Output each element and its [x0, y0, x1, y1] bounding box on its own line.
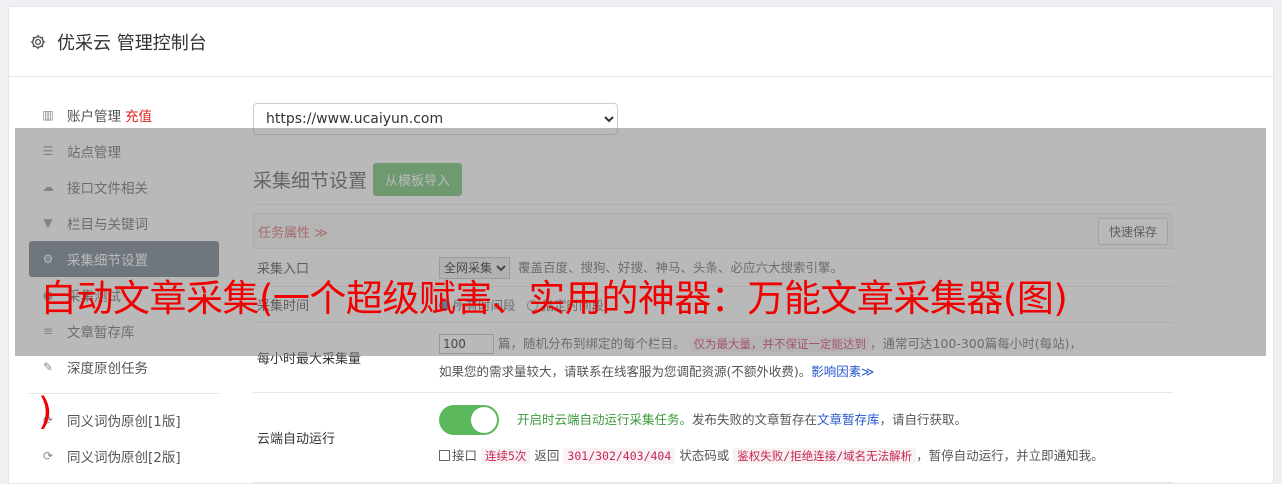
server-icon: ☰ — [42, 144, 54, 158]
max-desc-a: 篇，随机分布到绑定的每个栏目。 — [497, 335, 686, 351]
bar-chart-icon: ▥ — [42, 108, 54, 122]
sidebar-item-sites[interactable]: ☰ 站点管理 — [29, 133, 219, 169]
sidebar-item-columns-keywords[interactable]: ▼ 栏目与关键词 — [29, 205, 219, 241]
chk-code-3: 鉴权失败/拒绝连接/域名无法解析 — [733, 447, 917, 464]
sidebar-item-synonym-v2[interactable]: ⟳ 同义词伪原创[2版] — [29, 438, 219, 474]
site-select[interactable]: https://www.ucaiyun.com — [253, 103, 618, 135]
max-desc-b: ，通常可达100-300篇每小时(每站)， — [869, 335, 1082, 351]
sidebar-item-label: 站点管理 — [67, 145, 121, 161]
refresh-icon: ⟳ — [42, 449, 54, 463]
gear-icon — [30, 34, 46, 49]
page-header: 优采云 管理控制台 — [9, 7, 1273, 77]
chk-a: 接口 — [452, 447, 478, 463]
overlay-headline-tail: ) — [38, 390, 53, 433]
sidebar-item-synonym-v1[interactable]: ⟳ 同义词伪原创[1版] — [29, 402, 219, 438]
page-title: 优采云 管理控制台 — [57, 32, 207, 54]
task-properties-toggle[interactable]: 任务属性 ≫ — [258, 222, 328, 241]
max-per-hour-row: 每小时最大采集量 篇，随机分布到绑定的每个栏目。 仅为最大量，并不保证一定能达到… — [253, 323, 1173, 393]
section-header: 采集细节设置 从模板导入 — [253, 163, 1173, 205]
chk-d: ，暂停自动运行，并立即通知我。 — [916, 447, 1104, 463]
pause-on-error-checkbox[interactable] — [439, 449, 450, 461]
sidebar-item-label: 采集细节设置 — [67, 253, 148, 269]
chk-code-1: 连续5次 — [481, 447, 531, 464]
sidebar-item-label: 同义词伪原创[2版] — [67, 450, 181, 466]
sidebar-item-label: 文章暂存库 — [67, 325, 135, 341]
impact-factors-link[interactable]: 影响因素≫ — [811, 364, 874, 379]
sidebar-item-label: 同义词伪原创[1版] — [67, 414, 181, 430]
chk-b: 返回 — [534, 447, 560, 463]
sidebar-item-account[interactable]: ▥ 账户管理 充值 — [29, 97, 219, 133]
sidebar-item-label: 深度原创任务 — [67, 361, 148, 377]
cloud-auto-run-label: 云端自动运行 — [257, 432, 336, 447]
cloud-auto-run-row: 云端自动运行 开启时云端自动运行采集任务。发布失败的文章暂存在文章暂存库，请自行… — [253, 393, 1173, 483]
auto-run-note: 开启时云端自动运行采集任务。 — [516, 411, 692, 427]
cloud-auto-run-toggle[interactable] — [439, 405, 499, 435]
max-per-hour-input[interactable] — [439, 334, 494, 354]
filter-icon: ▼ — [43, 216, 53, 230]
toggle-knob — [471, 407, 497, 433]
article-storage-link[interactable]: 文章暂存库 — [817, 412, 880, 427]
section-title: 采集细节设置 — [253, 170, 368, 192]
import-from-template-button[interactable]: 从模板导入 — [373, 163, 463, 196]
recharge-link[interactable]: 充值 — [125, 105, 152, 125]
max-note-code: 仅为最大量，并不保证一定能达到 — [689, 335, 870, 352]
quick-save-button[interactable]: 快速保存 — [1097, 217, 1168, 245]
task-properties-bar: 任务属性 ≫ 快速保存 — [253, 213, 1173, 249]
auto-run-desc-a: 发布失败的文章暂存在 — [692, 411, 818, 427]
chk-code-2: 301/302/403/404 — [563, 447, 676, 464]
cloud-upload-icon: ☁ — [42, 180, 54, 194]
sidebar-item-api-files[interactable]: ☁ 接口文件相关 — [29, 169, 219, 205]
sidebar-item-label: 接口文件相关 — [67, 181, 148, 197]
edit-icon: ✎ — [42, 360, 54, 374]
cogs-icon: ⚙ — [42, 252, 54, 266]
max-per-hour-label: 每小时最大采集量 — [257, 352, 362, 367]
max-desc-c: 如果您的需求量较大，请联系在线客服为您调配资源(不额外收费)。 — [439, 363, 812, 379]
sidebar-divider — [29, 393, 219, 394]
overlay-headline: 自动文章采集(一个超级赋害、实用的神器：万能文章采集器(图) — [40, 277, 1068, 320]
main-panel: 优采云 管理控制台 ▥ 账户管理 充值 ☰ 站点管理 ☁ 接口文件相关 ▼ 栏目… — [8, 6, 1274, 484]
chk-c: 状态码或 — [679, 447, 730, 463]
sidebar-item-label: 栏目与关键词 — [67, 217, 148, 233]
sidebar-item-label: 账户管理 — [67, 109, 121, 125]
auto-run-desc-b: ，请自行获取。 — [879, 411, 968, 427]
sidebar-item-deep-original[interactable]: ✎ 深度原创任务 — [29, 349, 219, 385]
database-icon: ≡ — [42, 324, 54, 338]
